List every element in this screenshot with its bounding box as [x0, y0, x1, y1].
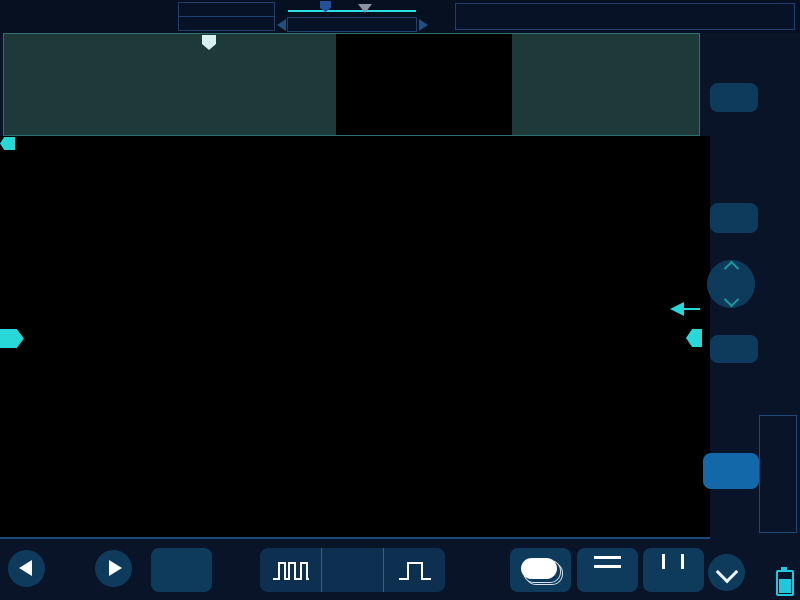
single-pulse-icon [395, 557, 435, 583]
quick-save-button[interactable] [151, 548, 212, 592]
triangle-left-icon [19, 560, 32, 576]
sample-info-box[interactable] [178, 2, 275, 31]
level-button[interactable] [707, 260, 755, 308]
horizontal-line-icon [594, 565, 621, 568]
vertical-line-icon [662, 554, 665, 569]
chevron-down-icon [724, 292, 740, 308]
window-position-icon[interactable] [358, 4, 372, 13]
battery-icon [776, 570, 794, 596]
ref-button[interactable] [710, 203, 758, 233]
zoom-out-button[interactable] [260, 548, 321, 592]
vertical-line-icon [681, 554, 684, 569]
double-pulse-icon [271, 557, 311, 583]
channel-select-button[interactable] [510, 548, 571, 592]
timebase-control [260, 548, 445, 592]
time-offset-readout[interactable] [287, 17, 417, 32]
s1-button[interactable] [710, 335, 758, 363]
main-waveform [0, 136, 710, 537]
fine-decrease-button[interactable] [8, 550, 45, 587]
time-offset-right-arrow-icon[interactable] [419, 19, 428, 31]
math-button[interactable] [710, 83, 758, 112]
uart-settings-readout[interactable] [759, 415, 797, 533]
triangle-right-icon [109, 560, 122, 576]
timebase-readout[interactable] [321, 548, 383, 592]
sample-rate [179, 17, 274, 30]
collapse-menu-button[interactable] [708, 554, 745, 591]
decode-value-tabs [0, 502, 710, 536]
trigger-position-arrow-tail [684, 308, 700, 310]
oscilloscope-screen [0, 0, 800, 600]
chevron-up-icon [724, 261, 740, 277]
main-graticule[interactable] [0, 136, 710, 539]
ch1-pill [521, 558, 557, 579]
horizontal-line-icon [594, 556, 621, 559]
s2-uart-button[interactable] [703, 453, 759, 489]
trigger-position-arrow-icon[interactable] [670, 302, 684, 316]
horizontal-cursor-button[interactable] [577, 548, 638, 592]
chevron-down-icon [716, 561, 739, 584]
zoom-in-button[interactable] [383, 548, 445, 592]
fine-increase-button[interactable] [95, 550, 132, 587]
timebase-strip [288, 10, 416, 12]
vertical-cursor-button[interactable] [643, 548, 704, 592]
time-offset-left-arrow-icon[interactable] [277, 19, 286, 31]
preview-waveform [4, 34, 699, 135]
memory-depth [179, 3, 274, 17]
waveform-preview[interactable] [3, 33, 700, 136]
trigger-level-readout[interactable] [455, 3, 795, 30]
top-bar [0, 0, 800, 33]
